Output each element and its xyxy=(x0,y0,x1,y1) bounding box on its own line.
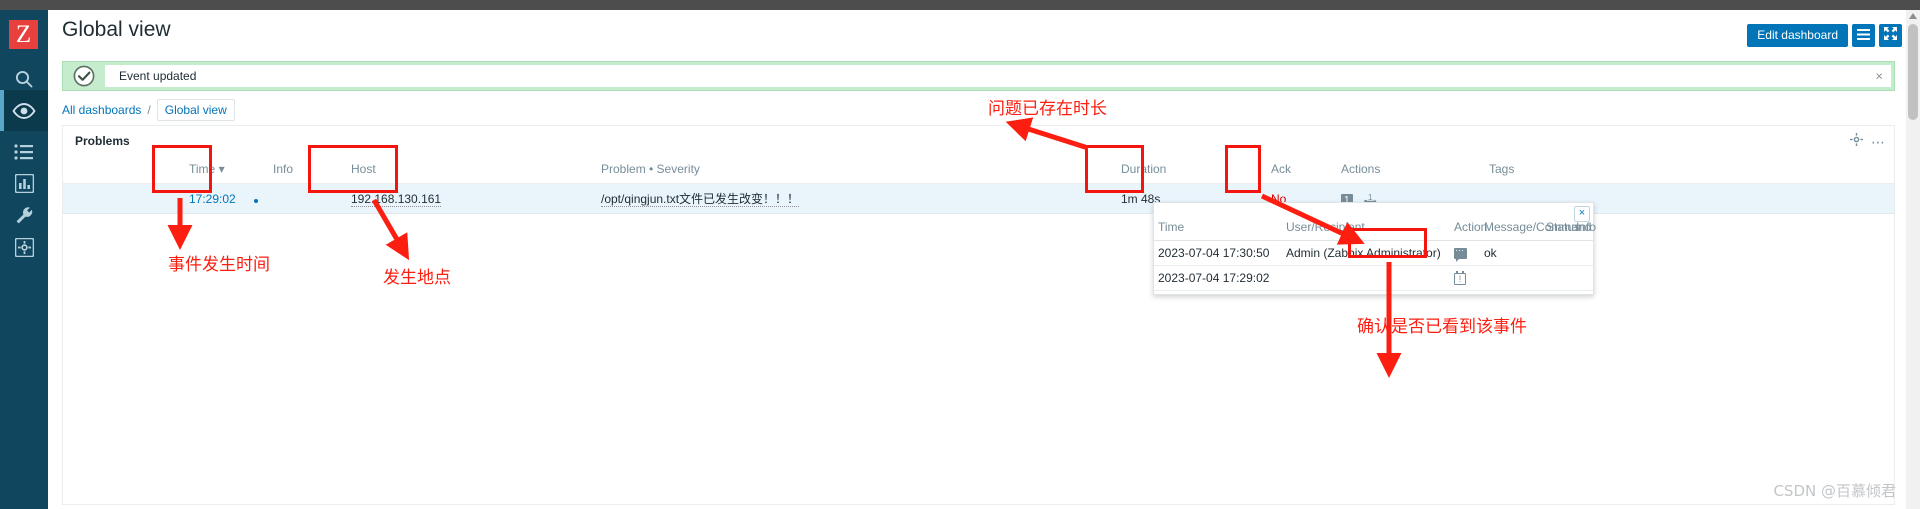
popup-header-row: Time User/Recipient Action Message/Comma… xyxy=(1154,217,1596,241)
browser-chrome-strip xyxy=(0,0,1920,10)
popup-col-user: User/Recipient xyxy=(1282,217,1450,241)
breadcrumb-separator: / xyxy=(147,103,151,117)
popup-col-action: Action xyxy=(1450,217,1487,241)
popup-cell-status xyxy=(1542,240,1572,266)
event-updated-message: Event updated × xyxy=(62,61,1895,91)
wrench-icon xyxy=(15,206,34,225)
cell-problem: /opt/qingjun.txt文件已发生改变！！！ xyxy=(595,183,1115,214)
status-dot-icon xyxy=(254,198,258,203)
col-time[interactable]: Time ▾ xyxy=(183,156,245,184)
col-spacer xyxy=(63,156,183,184)
gear-icon xyxy=(14,238,34,257)
popup-cell-time: 2023-07-04 17:29:02 xyxy=(1154,265,1282,291)
sort-desc-icon: ▾ xyxy=(218,162,225,176)
message-icon xyxy=(1454,245,1467,263)
annotation-label-time: 事件发生时间 xyxy=(168,255,270,275)
col-ack[interactable]: Ack xyxy=(1265,156,1335,184)
popup-close-icon[interactable]: × xyxy=(1574,206,1590,222)
cell-time: 17:29:02 xyxy=(183,183,245,214)
popup-cell-info xyxy=(1572,240,1593,266)
popup-cell-status xyxy=(1542,265,1572,291)
fullscreen-button[interactable] xyxy=(1879,24,1902,47)
popup-cell-message xyxy=(1480,265,1542,291)
breadcrumb-all-dashboards[interactable]: All dashboards xyxy=(62,103,141,117)
sidebar-item-monitoring[interactable] xyxy=(0,90,48,131)
widget-header: Problems ⋯ xyxy=(63,126,1894,156)
cell-info xyxy=(267,183,345,214)
watermark: CSDN @百慕倾君 xyxy=(1773,482,1896,500)
table-row[interactable]: 17:29:02 192.168.130.161 /opt/qingjun.tx… xyxy=(63,183,1894,214)
popup-row: 2023-07-04 17:29:02 ! xyxy=(1154,265,1593,291)
popup-col-time: Time xyxy=(1154,217,1282,241)
monitoring-eye-icon xyxy=(12,102,36,119)
ellipsis-icon[interactable]: ⋯ xyxy=(1871,135,1886,149)
dashboard-menu-button[interactable] xyxy=(1852,24,1875,47)
left-sidebar: Z xyxy=(0,10,48,509)
popup-cell-message: ok xyxy=(1480,240,1542,266)
svg-text:1: 1 xyxy=(1368,193,1373,202)
col-actions[interactable]: Actions xyxy=(1335,156,1483,184)
popup-row: 2023-07-04 17:30:50 Admin (Zabbix Admini… xyxy=(1154,240,1593,266)
hamburger-icon xyxy=(1857,27,1870,45)
sidebar-item-settings[interactable] xyxy=(0,227,48,268)
col-info[interactable]: Info xyxy=(267,156,345,184)
gear-icon[interactable] xyxy=(1850,133,1863,150)
popup-cell-time: 2023-07-04 17:30:50 xyxy=(1154,240,1282,266)
page-scrollbar[interactable] xyxy=(1906,10,1920,509)
popup-actions-table: Time User/Recipient Action Message/Comma… xyxy=(1154,217,1596,291)
scrollbar-thumb[interactable] xyxy=(1908,24,1918,120)
app-root: Z Global view Edit dashboard Event updat… xyxy=(0,0,1920,509)
message-body: Event updated × xyxy=(105,65,1891,87)
cell-marker xyxy=(245,183,267,214)
message-text: Event updated xyxy=(119,69,197,83)
col-host[interactable]: Host xyxy=(345,156,595,184)
widget-tools: ⋯ xyxy=(1850,133,1886,150)
col-time-label: Time xyxy=(189,162,216,176)
edit-dashboard-button[interactable]: Edit dashboard xyxy=(1747,24,1848,47)
annotation-label-ack: 确认是否已看到该事件 xyxy=(1357,317,1527,337)
page-header: Global view Edit dashboard xyxy=(48,10,1906,54)
host-link[interactable]: 192.168.130.161 xyxy=(351,191,442,207)
search-icon xyxy=(14,69,34,89)
popup-cell-user xyxy=(1282,265,1450,291)
annotation-label-host: 发生地点 xyxy=(383,268,451,288)
popup-cell-action xyxy=(1450,240,1480,266)
problems-table: Time ▾ Info Host Problem • Severity Dura… xyxy=(63,156,1894,214)
problems-widget: Problems ⋯ Time ▾ Info Host Problem • Se… xyxy=(62,125,1895,505)
fullscreen-icon xyxy=(1884,26,1897,45)
breadcrumb: All dashboards / Global view xyxy=(62,99,235,121)
popup-cell-action: ! xyxy=(1450,265,1480,291)
annotation-label-duration: 问题已存在时长 xyxy=(988,99,1107,119)
page-title: Global view xyxy=(62,18,171,41)
popup-cell-user: Admin (Zabbix Administrator) xyxy=(1282,240,1450,266)
success-check-icon xyxy=(63,62,105,90)
col-problem-severity[interactable]: Problem • Severity xyxy=(595,156,1115,184)
event-actions-popup: × Time User/Recipient Action Message/Com… xyxy=(1153,202,1596,295)
problem-link[interactable]: /opt/qingjun.txt文件已发生改变！！！ xyxy=(601,192,800,207)
main-content: Global view Edit dashboard Event updated… xyxy=(48,10,1906,509)
scroll-up-arrow-icon[interactable] xyxy=(1909,13,1917,19)
bar-chart-icon xyxy=(14,174,34,193)
row-spacer xyxy=(63,183,183,214)
event-icon: ! xyxy=(1454,270,1466,285)
popup-col-message: Message/Command xyxy=(1480,217,1591,241)
widget-title: Problems xyxy=(75,134,130,148)
problems-header-row: Time ▾ Info Host Problem • Severity Dura… xyxy=(63,156,1894,184)
zabbix-logo[interactable]: Z xyxy=(9,20,38,49)
close-icon[interactable]: × xyxy=(1875,70,1883,83)
cell-host: 192.168.130.161 xyxy=(345,183,595,214)
event-time-link[interactable]: 17:29:02 xyxy=(189,192,236,206)
list-icon xyxy=(14,143,34,160)
col-duration[interactable]: Duration xyxy=(1115,156,1265,184)
popup-col-status: Status xyxy=(1542,217,1580,241)
col-tags[interactable]: Tags xyxy=(1483,156,1894,184)
col-blank xyxy=(245,156,267,184)
breadcrumb-current[interactable]: Global view xyxy=(156,99,235,121)
popup-cell-info xyxy=(1572,265,1593,291)
